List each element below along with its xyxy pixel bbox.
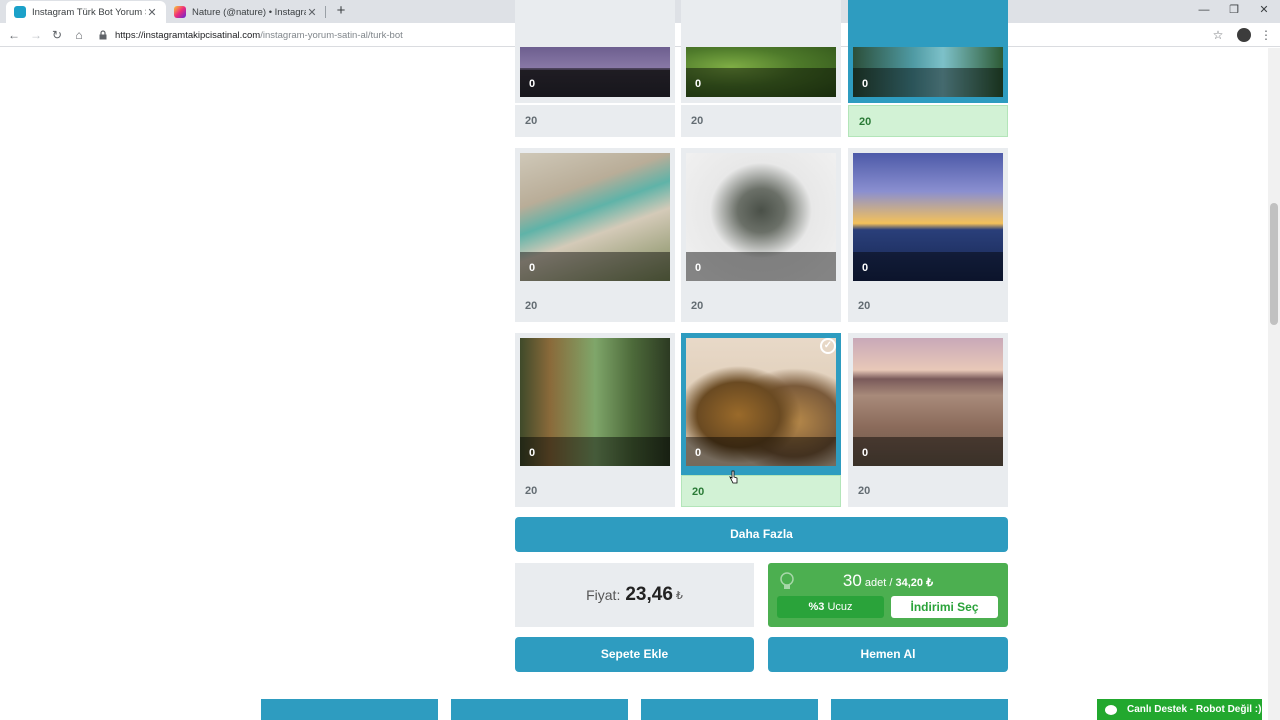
load-more-button[interactable]: Daha Fazla bbox=[515, 517, 1008, 552]
post-card[interactable]: 0 bbox=[848, 333, 1008, 488]
url-path: /instagram-yorum-satin-al/turk-bot bbox=[260, 29, 403, 41]
buy-now-button[interactable]: Hemen Al bbox=[768, 637, 1008, 672]
footer-package-button[interactable] bbox=[831, 699, 1008, 720]
post-image: 0 bbox=[520, 153, 670, 281]
reload-button[interactable]: ↻ bbox=[48, 26, 66, 44]
post-image: 0 bbox=[853, 153, 1003, 281]
post-image: 0 bbox=[686, 47, 836, 97]
post-card[interactable]: 0 bbox=[681, 148, 841, 303]
post-like-count: 0 bbox=[520, 252, 670, 281]
close-tab-icon[interactable]: ✕ bbox=[306, 6, 318, 19]
live-support-button[interactable]: Canlı Destek - Robot Değil :) bbox=[1097, 699, 1262, 720]
select-discount-button[interactable]: İndirimi Seç bbox=[891, 596, 998, 618]
post-comment-count: 20 bbox=[848, 105, 1008, 137]
close-tab-icon[interactable]: ✕ bbox=[146, 6, 158, 19]
post-card[interactable]: 0 bbox=[848, 148, 1008, 303]
post-image: 0 bbox=[853, 47, 1003, 97]
chat-bubble-icon bbox=[1105, 704, 1117, 715]
post-comment-count: 20 bbox=[515, 290, 675, 322]
post-image: 0 bbox=[853, 338, 1003, 466]
bookmark-star-icon[interactable]: ☆ bbox=[1210, 26, 1226, 44]
post-like-count: 0 bbox=[686, 252, 836, 281]
add-to-cart-button[interactable]: Sepete Ekle bbox=[515, 637, 754, 672]
post-card[interactable]: 0 bbox=[515, 0, 675, 103]
post-card[interactable]: 0 bbox=[681, 0, 841, 103]
post-like-count: 0 bbox=[853, 437, 1003, 466]
footer-package-button[interactable] bbox=[451, 699, 628, 720]
post-comment-count: 20 bbox=[681, 105, 841, 137]
tab-title: Nature (@nature) • Instagram fotoğraf bbox=[192, 6, 306, 18]
instagram-tool-favicon-icon bbox=[14, 6, 26, 18]
discount-heading: 30 adet / 34,20 ₺ bbox=[768, 571, 1008, 591]
browser-menu-icon[interactable]: ⋮ bbox=[1260, 26, 1272, 44]
discount-unit: adet / bbox=[864, 577, 893, 589]
lock-icon bbox=[99, 30, 107, 40]
post-card[interactable]: 0 bbox=[515, 148, 675, 303]
profile-avatar[interactable] bbox=[1237, 28, 1251, 42]
post-comment-count: 20 bbox=[848, 475, 1008, 507]
live-support-label: Canlı Destek - Robot Değil :) bbox=[1127, 704, 1262, 715]
post-image: 0 bbox=[686, 153, 836, 281]
forward-button[interactable]: → bbox=[27, 26, 45, 44]
tab-instagram-bot[interactable]: Instagram Türk Bot Yorum Satın Al ✕ bbox=[6, 1, 166, 23]
price-amount: 23,46 bbox=[625, 584, 673, 605]
page-scrollbar[interactable] bbox=[1268, 48, 1280, 720]
mouse-cursor-icon bbox=[729, 470, 738, 484]
post-like-count: 0 bbox=[686, 68, 836, 97]
post-like-count: 0 bbox=[853, 252, 1003, 281]
footer-package-button[interactable] bbox=[261, 699, 438, 720]
post-comment-count: 20 bbox=[848, 290, 1008, 322]
tab-nature-instagram[interactable]: Nature (@nature) • Instagram fotoğraf ✕ bbox=[166, 1, 326, 23]
post-like-count: 0 bbox=[686, 437, 836, 466]
home-button[interactable]: ⌂ bbox=[70, 26, 88, 44]
instagram-favicon-icon bbox=[174, 6, 186, 18]
close-window-button[interactable]: ✕ bbox=[1254, 2, 1274, 18]
post-image: 0 bbox=[520, 47, 670, 97]
post-comment-count: 20 bbox=[515, 105, 675, 137]
discount-percent-badge: %3 Ucuz bbox=[777, 596, 884, 618]
price-label: Fiyat: bbox=[586, 587, 621, 603]
price-currency: ₺ bbox=[675, 589, 683, 602]
discount-quantity: 30 bbox=[842, 571, 862, 590]
tab-title: Instagram Türk Bot Yorum Satın Al bbox=[32, 6, 146, 18]
post-card-selected[interactable]: 0 bbox=[848, 0, 1008, 103]
discount-percent-label: Ucuz bbox=[827, 601, 853, 613]
price-box: Fiyat: 23,46 ₺ bbox=[515, 563, 754, 627]
post-card[interactable]: 0 bbox=[515, 333, 675, 488]
tab-divider bbox=[325, 6, 326, 18]
restore-button[interactable]: ❐ bbox=[1224, 2, 1244, 18]
post-image: 0 bbox=[686, 338, 836, 466]
post-card-selected[interactable]: 0 ✓ bbox=[681, 333, 841, 488]
discount-percent: %3 bbox=[808, 601, 825, 613]
discount-price: 34,20 ₺ bbox=[895, 577, 934, 589]
post-comment-count: 20 bbox=[515, 475, 675, 507]
scrollbar-thumb[interactable] bbox=[1270, 203, 1278, 325]
footer-package-button[interactable] bbox=[641, 699, 818, 720]
post-image: 0 bbox=[520, 338, 670, 466]
post-like-count: 0 bbox=[853, 68, 1003, 97]
post-like-count: 0 bbox=[520, 437, 670, 466]
discount-offer-box: 30 adet / 34,20 ₺ %3 Ucuz İndirimi Seç bbox=[768, 563, 1008, 627]
back-button[interactable]: ← bbox=[5, 26, 23, 44]
post-like-count: 0 bbox=[520, 68, 670, 97]
new-tab-button[interactable]: + bbox=[332, 2, 350, 20]
selected-check-icon: ✓ bbox=[820, 338, 836, 354]
minimize-button[interactable]: — bbox=[1194, 2, 1214, 18]
post-comment-count: 20 bbox=[681, 475, 841, 507]
url-host: https://instagramtakipcisatinal.com bbox=[115, 29, 261, 41]
post-comment-count: 20 bbox=[681, 290, 841, 322]
